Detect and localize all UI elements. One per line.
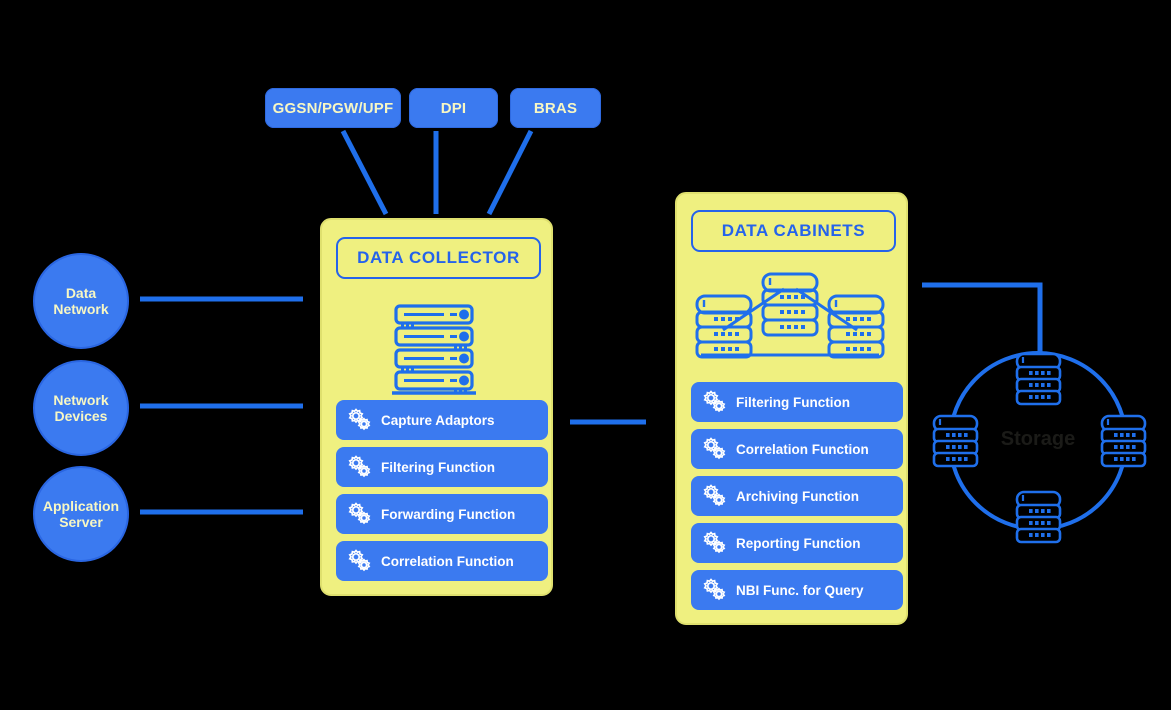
collector-function-label-4: Correlation Function <box>381 553 514 569</box>
cabinets-function-label-5: NBI Func. for Query <box>736 582 864 598</box>
collector-function-label-2: Filtering Function <box>381 459 495 475</box>
database-cluster-icon <box>689 270 891 362</box>
label-line-2: Server <box>59 514 103 530</box>
data-collector-panel: DATA COLLECTOR Capture Adaptors Filterin… <box>320 218 553 596</box>
gears-icon <box>702 437 728 461</box>
gears-icon <box>702 578 728 602</box>
cabinets-function-row-1[interactable]: Filtering Function <box>691 382 903 422</box>
cabinets-function-row-2[interactable]: Correlation Function <box>691 429 903 469</box>
gears-icon <box>702 390 728 414</box>
collector-function-label-3: Forwarding Function <box>381 506 516 522</box>
line-cabinets-to-storage <box>922 282 1043 352</box>
label-line-2: Devices <box>54 408 108 424</box>
storage-node-bottom[interactable] <box>1015 490 1062 546</box>
data-cabinets-title: DATA CABINETS <box>691 210 896 252</box>
gears-icon <box>347 408 373 432</box>
collector-function-row-1[interactable]: Capture Adaptors <box>336 400 548 440</box>
cabinets-function-label-1: Filtering Function <box>736 394 850 410</box>
source-node-bras-label: BRAS <box>533 99 578 117</box>
source-node-data-network-label: Data Network <box>53 285 108 317</box>
gears-icon <box>347 549 373 573</box>
collector-function-label-1: Capture Adaptors <box>381 412 495 428</box>
label-line-1: Application <box>42 497 120 514</box>
source-node-dpi[interactable]: DPI <box>409 88 498 128</box>
cabinets-function-label-4: Reporting Function <box>736 535 861 551</box>
gears-icon <box>347 455 373 479</box>
label-line-2: Network <box>53 301 109 317</box>
gears-icon <box>702 531 728 555</box>
server-rack-icon <box>392 303 481 395</box>
data-cabinets-panel: DATA CABINETS Filtering Function Correla… <box>675 192 908 625</box>
collector-function-row-2[interactable]: Filtering Function <box>336 447 548 487</box>
cabinets-function-row-5[interactable]: NBI Func. for Query <box>691 570 903 610</box>
source-node-ggsn[interactable]: GGSN/PGW/UPF <box>265 88 401 128</box>
diagram-canvas: GGSN/PGW/UPF DPI BRAS Data Network Netwo… <box>0 0 1171 710</box>
source-node-application-server-label: Application Server <box>43 498 119 530</box>
cabinets-function-row-4[interactable]: Reporting Function <box>691 523 903 563</box>
label-line-1: Network <box>53 391 109 408</box>
gears-icon <box>347 502 373 526</box>
storage-node-right[interactable] <box>1100 414 1147 470</box>
source-node-ggsn-label: GGSN/PGW/UPF <box>272 99 394 117</box>
collector-function-row-4[interactable]: Correlation Function <box>336 541 548 581</box>
source-node-data-network[interactable]: Data Network <box>33 253 129 349</box>
source-node-dpi-label: DPI <box>440 99 467 117</box>
collector-function-row-3[interactable]: Forwarding Function <box>336 494 548 534</box>
data-collector-title-label: DATA COLLECTOR <box>357 248 520 267</box>
cabinets-function-label-3: Archiving Function <box>736 488 859 504</box>
source-node-application-server[interactable]: Application Server <box>33 466 129 562</box>
data-collector-title: DATA COLLECTOR <box>336 237 541 279</box>
cabinets-function-row-3[interactable]: Archiving Function <box>691 476 903 516</box>
storage-node-left[interactable] <box>932 414 979 470</box>
source-node-network-devices[interactable]: Network Devices <box>33 360 129 456</box>
source-node-bras[interactable]: BRAS <box>510 88 601 128</box>
gears-icon <box>702 484 728 508</box>
line-ggsn-to-collector <box>340 129 389 216</box>
storage-node-top[interactable] <box>1015 352 1062 408</box>
cabinets-function-label-2: Correlation Function <box>736 441 869 457</box>
storage-label: Storage <box>1000 428 1076 450</box>
data-cabinets-title-label: DATA CABINETS <box>721 221 866 240</box>
line-bras-to-collector <box>486 129 534 216</box>
label-line-1: Data <box>65 284 97 301</box>
source-node-network-devices-label: Network Devices <box>53 392 108 424</box>
